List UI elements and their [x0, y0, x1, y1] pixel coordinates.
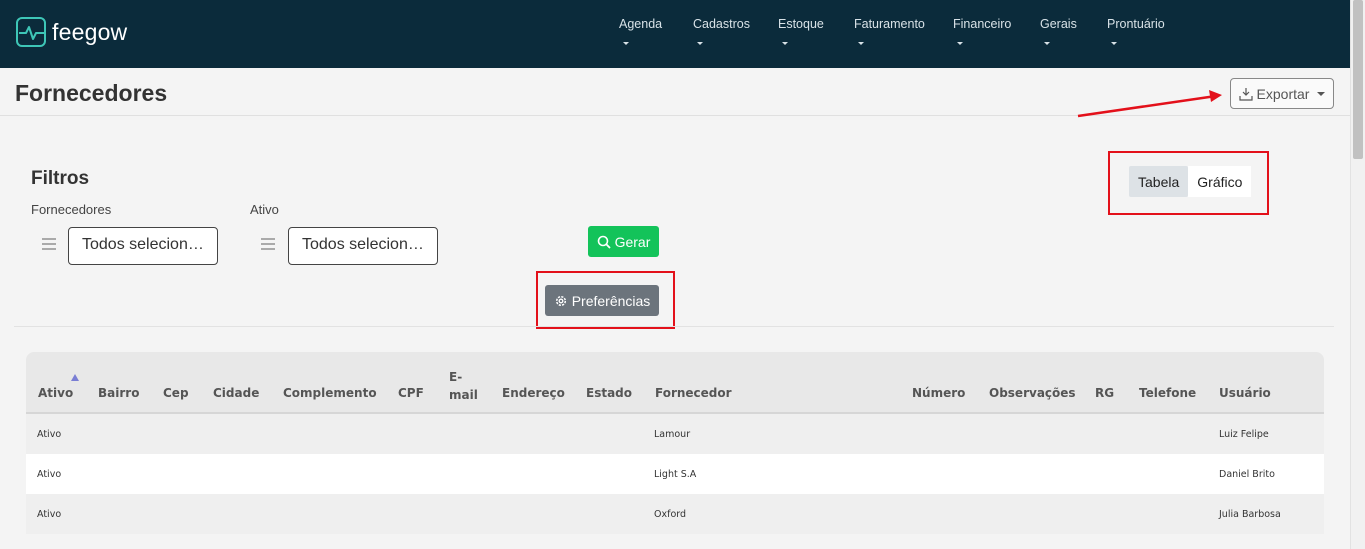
nav-label: Agenda [619, 17, 663, 31]
cell-usuario: Luiz Felipe [1219, 429, 1269, 440]
cell-fornecedor: Lamour [654, 429, 691, 440]
nav-estoque[interactable]: Estoque [778, 17, 824, 45]
nav-label: Estoque [778, 17, 824, 31]
nav-cadastros[interactable]: Cadastros [693, 17, 750, 45]
page-scrollbar[interactable] [1350, 0, 1365, 549]
caret-down-icon [1044, 42, 1050, 45]
col-telefone[interactable]: Telefone [1139, 386, 1196, 400]
drag-handle-icon[interactable] [42, 238, 56, 253]
brand-name: feegow [52, 18, 128, 45]
caret-down-icon [697, 42, 703, 45]
divider [14, 326, 1334, 327]
col-fornecedor[interactable]: Fornecedor [655, 386, 732, 400]
search-icon [597, 235, 611, 249]
table-header: Ativo Bairro Cep Cidade Complemento CPF … [26, 352, 1324, 414]
preferences-label: Preferências [571, 292, 651, 309]
nav-financeiro[interactable]: Financeiro [953, 17, 1011, 45]
gear-icon [555, 295, 566, 306]
caret-down-icon [1317, 91, 1326, 96]
cell-fornecedor: Oxford [654, 509, 687, 520]
fornecedores-select[interactable]: Todos selecionados [68, 227, 218, 265]
cell-ativo: Ativo [37, 469, 62, 480]
col-email-part: mail [449, 388, 478, 402]
cell-fornecedor: Light S.A [654, 469, 697, 480]
annotation-arrow [1077, 90, 1222, 118]
table-row[interactable]: Ativo Lamour Luiz Felipe [26, 414, 1324, 454]
nav-faturamento[interactable]: Faturamento [854, 17, 925, 45]
pulse-icon [16, 17, 46, 47]
nav-label: Financeiro [953, 17, 1012, 31]
col-cidade[interactable]: Cidade [213, 386, 259, 400]
table-row[interactable]: Ativo Light S.A Daniel Brito [26, 454, 1324, 494]
nav-agenda[interactable]: Agenda [619, 17, 662, 45]
col-email-part: E- [449, 370, 463, 384]
nav-gerais[interactable]: Gerais [1040, 17, 1077, 45]
col-email[interactable]: E- mail [449, 368, 478, 404]
top-navbar: feegow Agenda Cadastros Estoque Faturame… [0, 0, 1350, 68]
drag-handle-icon[interactable] [261, 238, 275, 253]
col-estado[interactable]: Estado [586, 386, 632, 400]
filter-label-ativo: Ativo [250, 202, 279, 217]
col-complemento[interactable]: Complemento [283, 386, 377, 400]
nav-prontuario[interactable]: Prontuário [1107, 17, 1165, 45]
fornecedores-table: Ativo Bairro Cep Cidade Complemento CPF … [26, 352, 1324, 549]
gerar-button[interactable]: Gerar [588, 226, 659, 257]
nav-label: Prontuário [1107, 17, 1165, 31]
cell-ativo: Ativo [37, 509, 62, 520]
caret-down-icon [1111, 42, 1117, 45]
col-ativo[interactable]: Ativo [38, 386, 73, 400]
gerar-label: Gerar [614, 233, 651, 250]
caret-down-icon [957, 42, 963, 45]
nav-label: Faturamento [854, 17, 925, 31]
cell-ativo: Ativo [37, 429, 62, 440]
filter-label-fornecedores: Fornecedores [31, 202, 112, 217]
caret-down-icon [782, 42, 788, 45]
col-usuario[interactable]: Usuário [1219, 386, 1271, 400]
preferences-button[interactable]: Preferências [545, 285, 659, 316]
tab-tabela[interactable]: Tabela [1129, 166, 1189, 197]
nav-label: Cadastros [693, 17, 750, 31]
cell-usuario: Julia Barbosa [1219, 509, 1281, 520]
col-cep[interactable]: Cep [163, 386, 189, 400]
scrollbar-thumb[interactable] [1353, 0, 1363, 159]
table-row[interactable]: Ativo Oxford Julia Barbosa [26, 494, 1324, 534]
nav-label: Gerais [1040, 17, 1077, 31]
col-endereco[interactable]: Endereço [502, 386, 565, 400]
ativo-select[interactable]: Todos selecionados [288, 227, 438, 265]
col-bairro[interactable]: Bairro [98, 386, 139, 400]
col-observacoes[interactable]: Observações [989, 386, 1076, 400]
download-icon [1238, 87, 1253, 101]
export-label: Exportar [1256, 85, 1310, 102]
caret-down-icon [858, 42, 864, 45]
col-numero[interactable]: Número [912, 386, 965, 400]
cell-usuario: Daniel Brito [1219, 469, 1275, 480]
export-button[interactable]: Exportar [1230, 78, 1334, 109]
tab-grafico[interactable]: Gráfico [1188, 166, 1252, 197]
col-cpf[interactable]: CPF [398, 386, 424, 400]
caret-down-icon [623, 42, 629, 45]
col-rg[interactable]: RG [1095, 386, 1114, 400]
sort-asc-icon [71, 374, 79, 381]
view-toggle: Tabela Gráfico [1129, 166, 1252, 197]
filters-heading: Filtros [31, 168, 90, 189]
feegow-logo[interactable]: feegow [16, 17, 127, 47]
page-title: Fornecedores [15, 80, 168, 106]
